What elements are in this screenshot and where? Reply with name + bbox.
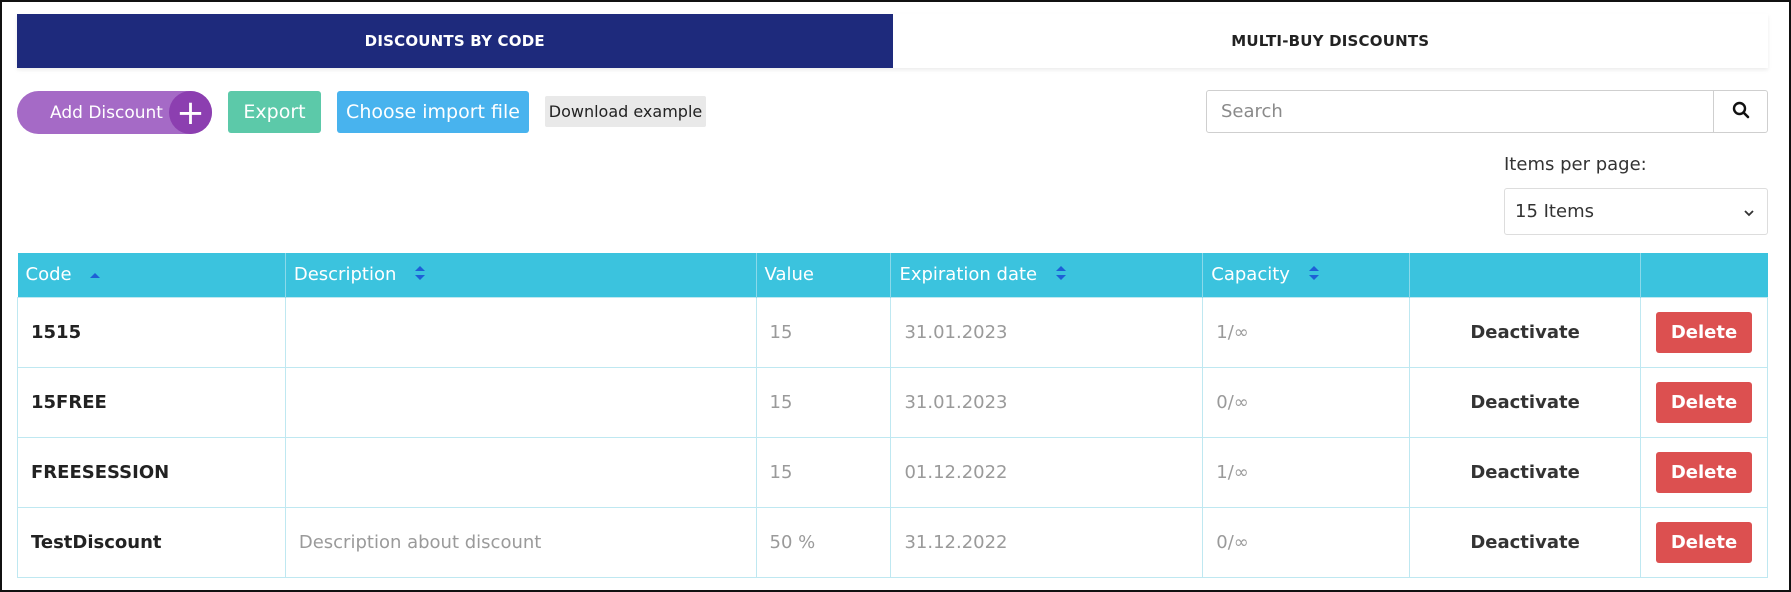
search-input[interactable]: [1207, 91, 1713, 132]
sort-asc-icon[interactable]: [89, 265, 101, 286]
sort-both-icon[interactable]: [414, 265, 426, 286]
cell-value: 50 %: [755, 506, 892, 578]
deactivate-button[interactable]: Deactivate: [1470, 322, 1579, 343]
choose-import-file-button[interactable]: Choose import file: [337, 91, 529, 133]
column-header-label: Description: [293, 264, 397, 285]
cell-action: Deactivate: [1409, 506, 1641, 578]
chevron-down-icon: [1743, 201, 1755, 222]
cell-delete: Delete: [1640, 436, 1768, 508]
delete-button[interactable]: Delete: [1656, 451, 1752, 493]
column-header-value: Value: [756, 253, 892, 297]
download-example-button[interactable]: Download example: [545, 96, 706, 127]
search-icon: [1732, 101, 1750, 123]
table-header-row: Code Description Value Expiration date C…: [17, 253, 1768, 297]
deactivate-button[interactable]: Deactivate: [1470, 462, 1579, 483]
column-header-label: Value: [764, 264, 814, 286]
table-row: TestDiscount Description about discount …: [17, 506, 1768, 578]
cell-code: TestDiscount: [17, 506, 286, 578]
cell-code: 15FREE: [17, 366, 286, 438]
cell-expiration-date: 31.01.2023: [890, 366, 1204, 438]
deactivate-button[interactable]: Deactivate: [1470, 532, 1579, 553]
cell-capacity: 1/∞: [1202, 296, 1411, 368]
delete-button[interactable]: Delete: [1656, 521, 1752, 563]
cell-description: [284, 366, 757, 438]
cell-action: Deactivate: [1409, 296, 1641, 368]
cell-value: 15: [755, 366, 892, 438]
column-header-action: [1409, 253, 1641, 297]
items-per-page-label: Items per page:: [1504, 154, 1647, 175]
column-header-delete: [1640, 253, 1768, 297]
cell-description: Description about discount: [284, 506, 757, 578]
delete-button[interactable]: Delete: [1656, 381, 1752, 423]
table-row: FREESESSION 15 01.12.2022 1/∞ Deactivate…: [17, 436, 1768, 508]
cell-action: Deactivate: [1409, 366, 1641, 438]
column-header-label: Expiration date: [899, 264, 1038, 285]
column-header-label: Capacity: [1211, 264, 1290, 285]
column-header-label: Code: [25, 264, 72, 285]
cell-delete: Delete: [1640, 296, 1768, 368]
sort-both-icon[interactable]: [1308, 265, 1320, 286]
sort-both-icon[interactable]: [1055, 265, 1067, 286]
plus-icon: +: [169, 91, 212, 134]
cell-description: [284, 296, 757, 368]
cell-delete: Delete: [1640, 506, 1768, 578]
cell-delete: Delete: [1640, 366, 1768, 438]
column-header-expiration-date[interactable]: Expiration date: [890, 253, 1204, 297]
column-header-description[interactable]: Description: [285, 253, 757, 297]
column-header-capacity[interactable]: Capacity: [1202, 253, 1411, 297]
delete-button[interactable]: Delete: [1656, 311, 1752, 353]
tab-multi-buy-discounts[interactable]: MULTI-BUY DISCOUNTS: [892, 14, 1768, 68]
add-discount-label: Add Discount: [50, 102, 163, 123]
cell-expiration-date: 01.12.2022: [890, 436, 1204, 508]
cell-code: FREESESSION: [17, 436, 286, 508]
add-discount-button[interactable]: Add Discount +: [17, 91, 212, 134]
table-row: 1515 15 31.01.2023 1/∞ Deactivate Delete: [17, 296, 1768, 368]
search-button[interactable]: [1713, 91, 1767, 132]
items-per-page-select[interactable]: 15 Items: [1504, 188, 1768, 235]
cell-action: Deactivate: [1409, 436, 1641, 508]
tab-bar: DISCOUNTS BY CODE MULTI-BUY DISCOUNTS: [17, 14, 1768, 68]
deactivate-button[interactable]: Deactivate: [1470, 392, 1579, 413]
export-button[interactable]: Export: [228, 91, 321, 133]
table-row: 15FREE 15 31.01.2023 0/∞ Deactivate Dele…: [17, 366, 1768, 438]
column-header-code[interactable]: Code: [17, 253, 286, 297]
discounts-table: Code Description Value Expiration date C…: [17, 253, 1768, 578]
items-per-page-value: 15 Items: [1515, 201, 1594, 222]
cell-description: [284, 436, 757, 508]
cell-capacity: 0/∞: [1202, 506, 1411, 578]
cell-expiration-date: 31.12.2022: [890, 506, 1204, 578]
cell-code: 1515: [17, 296, 286, 368]
tab-discounts-by-code[interactable]: DISCOUNTS BY CODE: [17, 14, 893, 68]
cell-capacity: 1/∞: [1202, 436, 1411, 508]
search-box: [1206, 90, 1768, 133]
cell-expiration-date: 31.01.2023: [890, 296, 1204, 368]
cell-capacity: 0/∞: [1202, 366, 1411, 438]
discounts-page: DISCOUNTS BY CODE MULTI-BUY DISCOUNTS Ad…: [0, 0, 1791, 592]
cell-value: 15: [755, 436, 892, 508]
cell-value: 15: [755, 296, 892, 368]
